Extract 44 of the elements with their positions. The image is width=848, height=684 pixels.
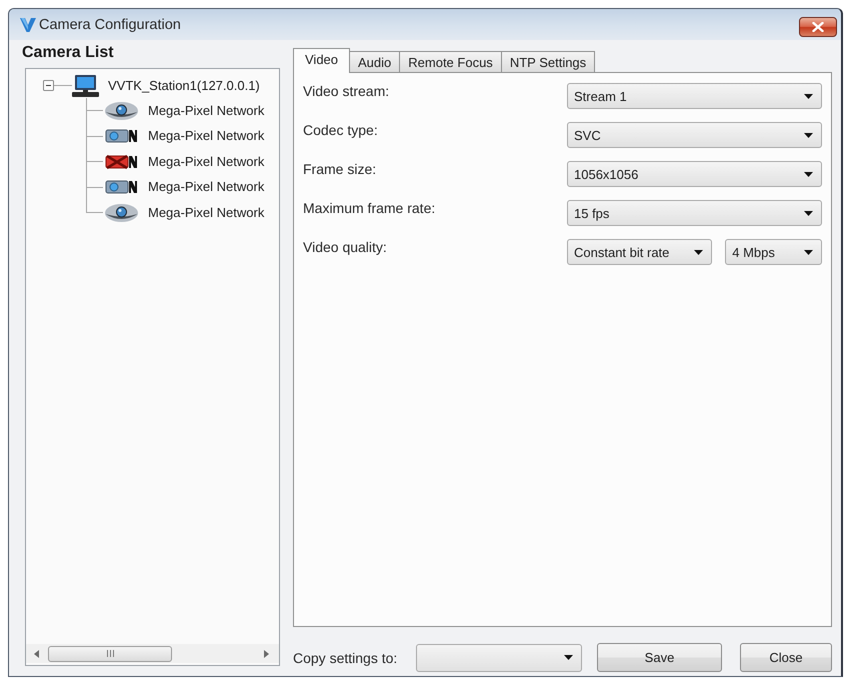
dialog-button[interactable]: Close [740,643,832,672]
camera-list-heading: Camera List [22,43,114,62]
caret-icon [804,250,813,254]
copy-settings-label: Copy settings to: [293,650,398,666]
field-label: Frame size: [303,161,378,178]
close-icon [812,22,824,32]
dropdown[interactable]: 4 Mbps [725,239,822,265]
tree-connector [54,85,72,86]
dialog-button[interactable]: Save [597,643,722,672]
caret-icon [804,132,813,138]
scroll-right-icon[interactable] [264,650,269,658]
field-label: Maximum frame rate: [303,200,436,217]
field-label: Codec type: [303,122,379,139]
tab[interactable]: Audio [349,51,400,72]
close-button[interactable] [799,16,837,36]
monitor-icon [72,74,99,96]
dropdown[interactable]: 1056x1056 [567,161,822,187]
tree-item[interactable]: VVTK_Station1(127.0.0.1) [108,78,260,94]
window-title: Camera Configuration [39,16,182,32]
collapse-icon[interactable] [43,80,54,91]
caret-icon [564,655,573,660]
field-label: Video stream: [303,83,390,100]
tab[interactable]: NTP Settings [500,51,596,72]
scroll-thumb[interactable] [48,646,172,662]
scroll-left-icon[interactable] [34,650,39,658]
dropdown[interactable]: 15 fps [567,200,822,226]
grip-icon [106,650,114,657]
tree-item[interactable]: Mega-Pixel Network [148,102,264,119]
caret-icon [804,94,813,98]
caret-icon [694,250,704,254]
caret-icon [804,210,813,216]
app-icon [20,17,36,32]
field-label: Video quality: [303,239,388,256]
dropdown[interactable]: Constant bit rate [567,239,712,265]
tree-item[interactable]: Mega-Pixel Network [148,128,264,144]
tab[interactable]: Remote Focus [399,51,502,72]
tree-item[interactable]: Mega-Pixel Network [148,179,264,196]
caret-icon [804,172,813,176]
tree-item[interactable]: Mega-Pixel Network [148,154,264,170]
tab[interactable]: Video [293,48,350,73]
tree-item[interactable]: Mega-Pixel Network [148,204,264,221]
dropdown[interactable]: SVC [567,122,822,148]
horizontal-scrollbar[interactable] [26,644,279,663]
dropdown[interactable]: Stream 1 [567,83,822,109]
